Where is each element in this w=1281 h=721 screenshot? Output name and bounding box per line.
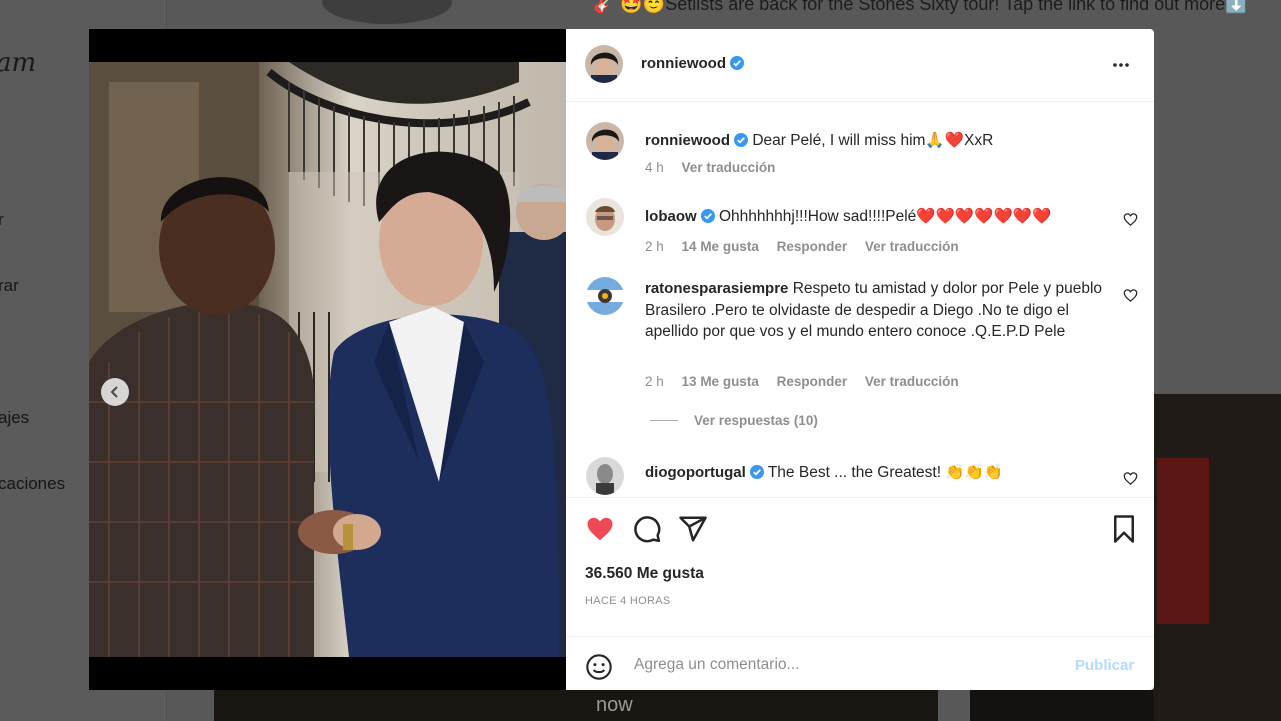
avatar[interactable] <box>586 198 624 236</box>
comment-item: lobaow Ohhhhhhhj!!!How sad!!!!Pelé❤️❤️❤️… <box>586 198 1138 258</box>
caption-body: Dear Pelé, I will miss him🙏❤️XxR <box>752 132 994 149</box>
background-image <box>214 690 938 721</box>
avatar[interactable] <box>585 45 623 83</box>
post-photo <box>89 62 566 657</box>
comment-like-heart-icon[interactable] <box>1123 288 1138 303</box>
caption-meta: 4 h Ver traducción <box>645 160 789 175</box>
share-icon[interactable] <box>678 514 708 544</box>
comment-input[interactable] <box>632 651 1056 679</box>
avatar-image <box>586 122 624 160</box>
likes-count[interactable]: 36.560 Me gusta <box>585 565 704 583</box>
background-nav-item: r <box>0 210 4 229</box>
verified-badge-icon <box>734 133 748 147</box>
comment-meta: 2 h 13 Me gusta Responder Ver traducción <box>645 374 973 389</box>
comment-likes-count[interactable]: 14 Me gusta <box>682 239 759 254</box>
post-actions: 36.560 Me gusta HACE 4 HORAS <box>566 497 1154 638</box>
view-replies-label[interactable]: Ver respuestas (10) <box>694 413 818 428</box>
avatar-image <box>586 277 624 315</box>
post-header: ronniewood <box>566 29 1154 102</box>
background-image <box>970 690 1154 721</box>
comment-time[interactable]: 2 h <box>645 239 664 254</box>
heart-icon[interactable] <box>585 514 615 544</box>
caption-username[interactable]: ronniewood <box>645 132 730 149</box>
add-comment-bar: Publicar <box>566 636 1154 691</box>
avatar[interactable] <box>586 277 624 315</box>
bookmark-icon[interactable] <box>1109 514 1139 544</box>
comment-text: diogoportugal The Best ... the Greatest!… <box>645 462 1105 484</box>
comment-like-heart-icon[interactable] <box>1123 471 1138 486</box>
comment-body: The Best ... the Greatest! 👏👏👏 <box>767 464 1004 481</box>
comments-list[interactable]: ronniewood Dear Pelé, I will miss him🙏❤️… <box>566 102 1154 496</box>
background-image <box>1157 458 1209 624</box>
avatar[interactable] <box>586 122 624 160</box>
avatar[interactable] <box>586 457 624 495</box>
background-text: now <box>596 694 633 716</box>
background-logo: am <box>0 48 37 78</box>
emoji-icon[interactable] <box>585 653 613 681</box>
verified-badge-icon <box>700 209 715 223</box>
more-options-icon[interactable] <box>1111 55 1131 75</box>
post-details-panel: ronniewood ronniewood Dear Pelé, I will … <box>566 29 1154 690</box>
reply-button[interactable]: Responder <box>777 374 848 389</box>
background-nav-item: caciones <box>0 474 66 493</box>
background-nav-item: rar <box>0 276 19 295</box>
comment-item: diogoportugal The Best ... the Greatest!… <box>586 457 1138 496</box>
publish-button[interactable]: Publicar <box>1075 657 1134 674</box>
post-timestamp[interactable]: HACE 4 HORAS <box>585 595 671 607</box>
verified-badge-icon <box>730 56 744 70</box>
comment-likes-count[interactable]: 13 Me gusta <box>682 374 759 389</box>
see-translation-link[interactable]: Ver traducción <box>865 239 959 254</box>
comment-username[interactable]: diogoportugal <box>645 464 746 481</box>
comment-username[interactable]: lobaow <box>645 208 697 225</box>
see-translation-link[interactable]: Ver traducción <box>865 374 959 389</box>
avatar-image <box>586 457 624 495</box>
replies-divider <box>650 420 678 421</box>
caption-time[interactable]: 4 h <box>645 160 664 175</box>
post-caption: ronniewood Dear Pelé, I will miss him🙏❤️… <box>586 122 1106 182</box>
see-translation-link[interactable]: Ver traducción <box>682 160 776 175</box>
caption-text: ronniewood Dear Pelé, I will miss him🙏❤️… <box>645 130 1105 152</box>
chevron-left-icon <box>110 386 118 398</box>
post-author[interactable]: ronniewood <box>641 55 744 73</box>
avatar-image <box>586 198 624 236</box>
comment-like-heart-icon[interactable] <box>1123 212 1138 227</box>
post-photo-pane <box>89 29 566 690</box>
background-post-text: 🎸 🤩😇Setlists are back for the Stones Six… <box>593 0 1248 14</box>
comment-body: Ohhhhhhhj!!!How sad!!!!Pelé❤️❤️❤️❤️❤️❤️❤… <box>718 208 1052 225</box>
comment-text: ratonesparasiempre Respeto tu amistad y … <box>645 278 1105 343</box>
previous-photo-button[interactable] <box>101 378 129 406</box>
post-photo-illustration <box>89 62 566 657</box>
author-username[interactable]: ronniewood <box>641 55 726 72</box>
comment-text: lobaow Ohhhhhhhj!!!How sad!!!!Pelé❤️❤️❤️… <box>645 206 1105 228</box>
background-image <box>322 0 452 24</box>
comment-meta: 2 h 14 Me gusta Responder Ver traducción <box>645 239 973 254</box>
avatar-image <box>585 45 623 83</box>
comment-item: ratonesparasiempre Respeto tu amistad y … <box>586 277 1138 397</box>
verified-badge-icon <box>749 465 764 479</box>
reply-button[interactable]: Responder <box>777 239 848 254</box>
background-nav-item: ajes <box>0 408 30 427</box>
comment-username[interactable]: ratonesparasiempre <box>645 280 788 297</box>
comment-time[interactable]: 2 h <box>645 374 664 389</box>
comment-icon[interactable] <box>632 514 662 544</box>
view-replies-button[interactable]: Ver respuestas (10) <box>650 413 818 428</box>
